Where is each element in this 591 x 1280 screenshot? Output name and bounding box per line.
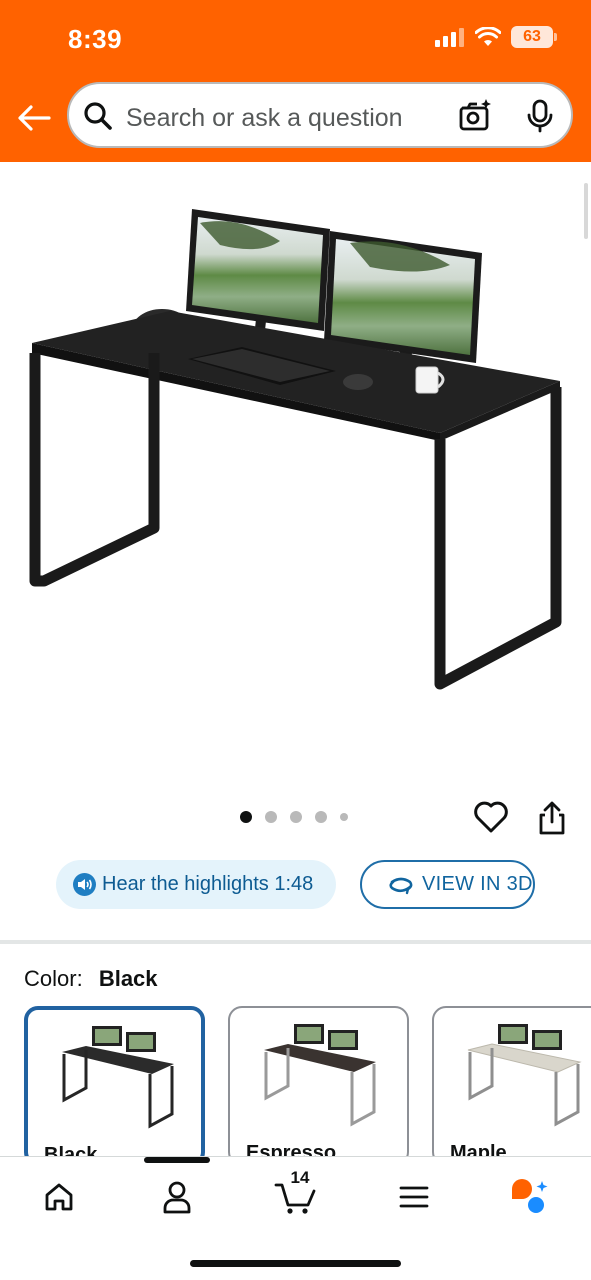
color-label: Color: xyxy=(24,966,83,991)
desk-thumbnail xyxy=(264,1024,376,1127)
menu-icon xyxy=(399,1186,429,1208)
camera-icon[interactable] xyxy=(457,98,493,134)
product-image[interactable] xyxy=(20,195,575,700)
nav-account[interactable] xyxy=(153,1173,201,1221)
carousel-dot-1[interactable] xyxy=(240,811,252,823)
nav-menu[interactable] xyxy=(390,1173,438,1221)
rotate-3d-icon xyxy=(389,877,413,894)
desk-thumbnail xyxy=(467,1024,582,1127)
carousel-dot-3[interactable] xyxy=(290,811,302,823)
scroll-indicator[interactable] xyxy=(584,183,588,239)
carousel-dots[interactable] xyxy=(240,811,348,823)
view-in-3d-button[interactable]: VIEW IN 3D xyxy=(360,860,535,909)
color-option-espresso[interactable]: Espresso xyxy=(228,1006,409,1166)
search-bar[interactable]: Search or ask a question xyxy=(67,82,573,148)
status-time: 8:39 xyxy=(68,24,123,54)
mic-icon[interactable] xyxy=(523,98,557,134)
battery-indicator: 63 xyxy=(511,26,557,48)
nav-active-indicator xyxy=(144,1157,210,1163)
color-option-maple[interactable]: Maple xyxy=(432,1006,591,1166)
back-button[interactable] xyxy=(14,98,54,138)
cart-count: 14 xyxy=(290,1168,310,1187)
nav-cart[interactable]: 14 xyxy=(272,1168,320,1221)
wifi-icon xyxy=(475,27,501,46)
nav-home[interactable] xyxy=(35,1173,83,1221)
home-indicator[interactable] xyxy=(190,1260,401,1267)
carousel-dot-4[interactable] xyxy=(315,811,327,823)
color-selected-value: Black xyxy=(98,966,158,991)
color-option-black[interactable]: Black xyxy=(24,1006,205,1166)
heart-icon[interactable] xyxy=(473,800,509,834)
view-in-3d-label: VIEW IN 3D xyxy=(422,873,533,895)
hear-highlights-label: Hear the highlights 1:48 xyxy=(102,873,314,895)
section-divider xyxy=(0,940,591,944)
search-icon xyxy=(84,102,112,130)
carousel-dot-5[interactable] xyxy=(340,813,348,821)
back-arrow-icon xyxy=(18,105,51,131)
color-heading: Color: Black xyxy=(24,966,158,992)
share-icon[interactable] xyxy=(536,800,568,836)
app-header: 8:39 63 Search or ask a question xyxy=(0,0,591,162)
speaker-icon xyxy=(73,873,96,896)
signal-icon xyxy=(435,28,464,47)
account-icon xyxy=(163,1181,191,1214)
desk-thumbnail xyxy=(62,1026,174,1129)
home-icon xyxy=(45,1183,73,1211)
hear-highlights-button[interactable]: Hear the highlights 1:48 xyxy=(56,860,336,909)
carousel-dot-2[interactable] xyxy=(265,811,277,823)
nav-rufus[interactable] xyxy=(506,1173,554,1221)
status-icons: 63 xyxy=(435,26,557,48)
search-input[interactable]: Search or ask a question xyxy=(126,104,403,133)
rufus-icon xyxy=(512,1179,548,1213)
